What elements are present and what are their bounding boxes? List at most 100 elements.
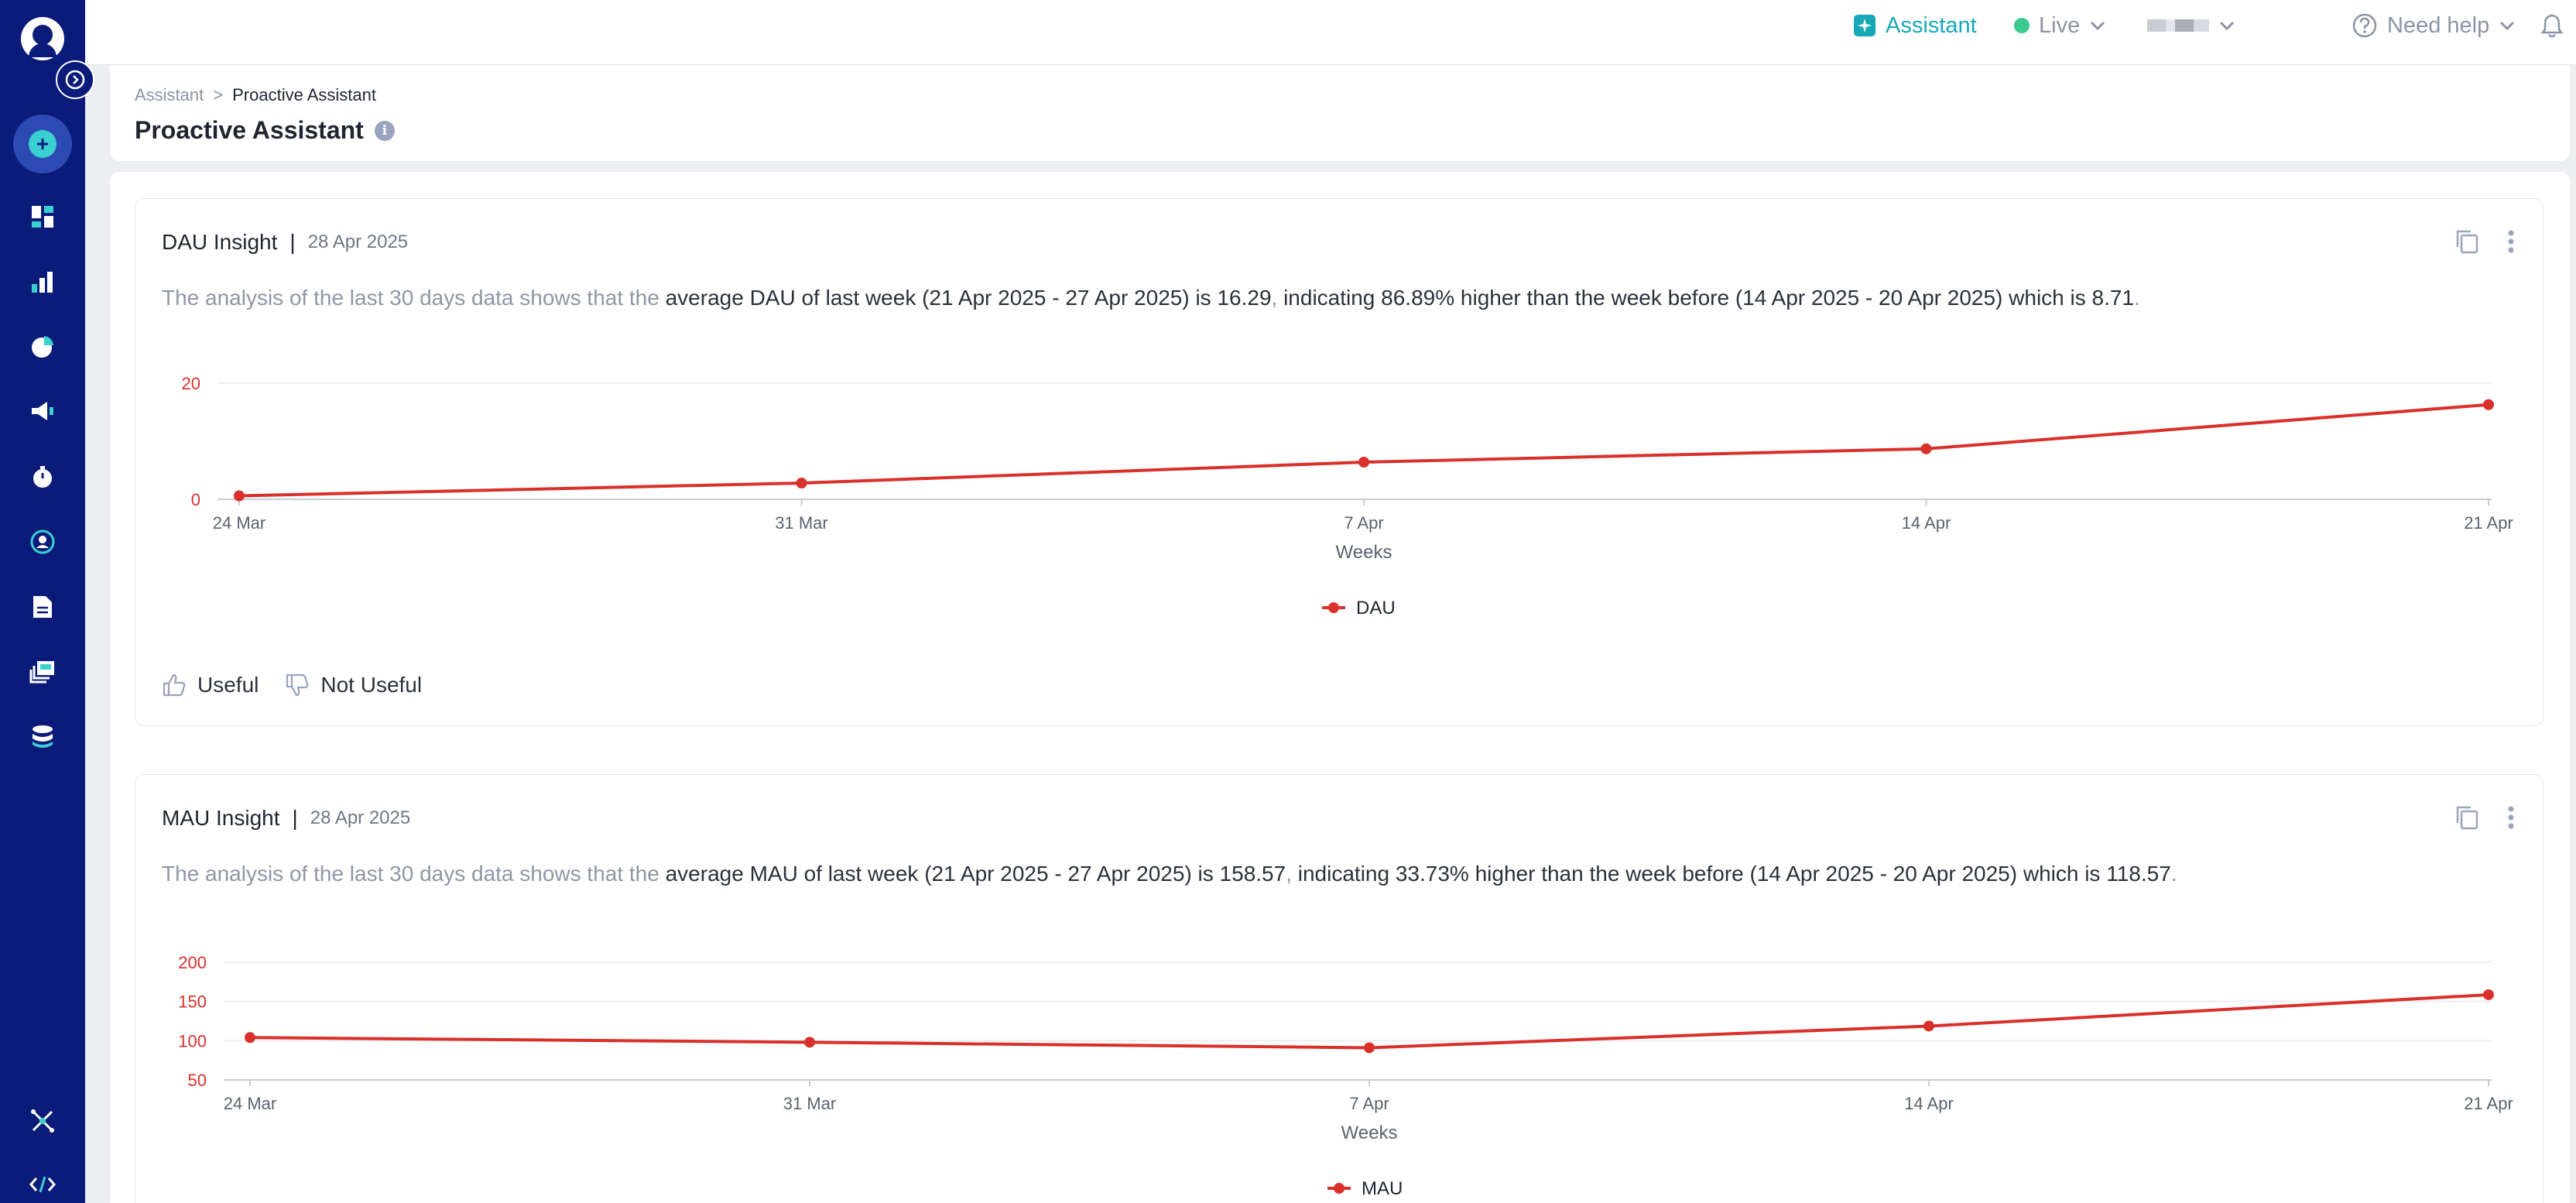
card-date: 28 Apr 2025: [307, 231, 409, 252]
data-point: [804, 1037, 815, 1048]
bar-chart-icon[interactable]: [24, 263, 61, 300]
insight-separator: ,: [1271, 286, 1284, 310]
data-point: [2483, 989, 2494, 1000]
page-title-text: Proactive Assistant: [135, 116, 364, 144]
x-tick-label: 7 Apr: [1349, 1094, 1389, 1113]
breadcrumb: Assistant > Proactive Assistant: [135, 85, 376, 105]
x-tick-label: 31 Mar: [775, 513, 827, 533]
insight-highlight: indicating 86.89% higher than the week b…: [1283, 286, 2135, 310]
series-line-dau: [238, 403, 2489, 498]
title-separator: |: [292, 806, 298, 830]
legend-label: DAU: [1356, 598, 1396, 619]
x-axis-label: Weeks: [1336, 542, 1392, 563]
data-point: [245, 1032, 255, 1044]
useful-label: Useful: [197, 673, 259, 697]
feedback-row: Useful Not Useful: [162, 673, 422, 697]
insight-highlight: average DAU of last week (21 Apr 2025 - …: [665, 286, 1272, 310]
plus-icon: [29, 130, 57, 158]
user-segment-icon[interactable]: [24, 523, 61, 560]
insight-card-dau: DAU Insight | 28 Apr 2025 The analysis o…: [135, 198, 2543, 726]
thumbs-up-icon: [163, 673, 186, 697]
x-tick-label: 31 Mar: [783, 1094, 836, 1113]
x-tick-label: 24 Mar: [224, 1094, 276, 1113]
bell-icon: [2540, 14, 2564, 38]
not-useful-button[interactable]: Not Useful: [285, 673, 422, 697]
environment-dropdown[interactable]: Live: [2014, 0, 2106, 51]
breadcrumb-separator: >: [213, 85, 224, 105]
insight-prefix: The analysis of the last 30 days data sh…: [162, 286, 666, 310]
assistant-icon: [1854, 15, 1875, 36]
code-icon[interactable]: [24, 1166, 61, 1203]
logo-icon: [21, 17, 64, 60]
data-point: [1364, 1042, 1375, 1054]
need-help-dropdown[interactable]: Need help: [2352, 0, 2516, 51]
not-useful-label: Not Useful: [320, 673, 423, 697]
create-button[interactable]: [13, 115, 72, 173]
data-point: [796, 478, 807, 488]
dashboard-icon[interactable]: [24, 198, 61, 235]
x-tick-label: 24 Mar: [213, 513, 265, 533]
x-tick-label: 7 Apr: [1344, 513, 1383, 533]
legend-swatch-dot: [1328, 602, 1339, 613]
x-tick-label: 21 Apr: [2464, 513, 2513, 533]
insight-text: The analysis of the last 30 days data sh…: [162, 286, 2140, 310]
insight-prefix: The analysis of the last 30 days data sh…: [162, 862, 666, 886]
insight-separator: ,: [1286, 862, 1298, 886]
chevron-down-icon: [2091, 21, 2105, 31]
breadcrumb-current: Proactive Assistant: [232, 85, 376, 105]
topbar: Assistant Live Need help M: [85, 0, 2576, 65]
data-point: [1923, 1020, 1934, 1032]
x-tick-label: 14 Apr: [1904, 1094, 1954, 1113]
document-icon[interactable]: [24, 588, 61, 625]
assistant-button[interactable]: Assistant: [1853, 0, 1977, 51]
y-tick-label: 0: [191, 490, 200, 509]
data-point: [1358, 457, 1369, 468]
y-tick-label: 200: [178, 953, 207, 972]
insight-suffix: .: [2134, 286, 2140, 310]
copy-icon[interactable]: [2454, 228, 2479, 255]
database-icon[interactable]: [24, 718, 61, 756]
card-title: DAU Insight: [162, 230, 278, 254]
chevron-down-icon: [2219, 21, 2235, 31]
legend-swatch-dot: [1334, 1183, 1345, 1194]
more-options-icon[interactable]: [2507, 229, 2515, 254]
y-tick-label: 20: [182, 374, 200, 393]
account-dropdown[interactable]: [2147, 0, 2235, 51]
title-separator: |: [289, 230, 296, 254]
data-point: [2483, 399, 2494, 410]
card-title: MAU Insight: [162, 806, 280, 830]
sidebar-expand-button[interactable]: [56, 60, 94, 99]
pie-chart-icon[interactable]: [24, 328, 61, 365]
templates-icon[interactable]: [24, 653, 61, 691]
legend-label: MAU: [1362, 1178, 1403, 1199]
timer-icon[interactable]: [24, 458, 61, 495]
more-options-icon[interactable]: [2507, 805, 2515, 830]
x-tick-label: 14 Apr: [1902, 513, 1951, 533]
account-name-redacted: [2147, 19, 2209, 32]
notifications-button[interactable]: [2540, 0, 2564, 51]
thumbs-down-icon: [286, 673, 309, 697]
need-help-label: Need help: [2387, 12, 2490, 38]
insight-card-mau: MAU Insight | 28 Apr 2025 The analysis o…: [135, 774, 2543, 1203]
y-tick-label: 100: [178, 1031, 207, 1050]
data-point: [234, 490, 245, 502]
breadcrumb-assistant-link[interactable]: Assistant: [135, 85, 204, 105]
info-icon[interactable]: i: [374, 120, 395, 141]
y-tick-label: 50: [188, 1071, 207, 1090]
useful-button[interactable]: Useful: [162, 673, 259, 697]
live-status-dot: [2014, 18, 2030, 33]
series-line-mau: [249, 992, 2489, 1050]
dau-line-chart: 0 20 24 Mar 31 Mar 7 Apr 14 Apr 21 Apr Weeks DAU: [182, 374, 2513, 619]
campaign-icon[interactable]: [24, 393, 61, 430]
chevron-down-icon: [2500, 21, 2515, 31]
sidebar: [0, 0, 94, 1203]
chevron-right-icon: [65, 70, 85, 90]
assistant-label: Assistant: [1886, 12, 1977, 38]
copy-icon[interactable]: [2454, 804, 2479, 831]
insight-highlight: indicating 33.73% higher than the week b…: [1297, 862, 2171, 886]
integrations-icon[interactable]: [24, 1102, 61, 1140]
question-icon: [2352, 13, 2377, 38]
x-axis-label: Weeks: [1341, 1122, 1398, 1143]
insight-highlight: average MAU of last week (21 Apr 2025 - …: [665, 862, 1286, 886]
x-tick-label: 21 Apr: [2464, 1094, 2513, 1113]
